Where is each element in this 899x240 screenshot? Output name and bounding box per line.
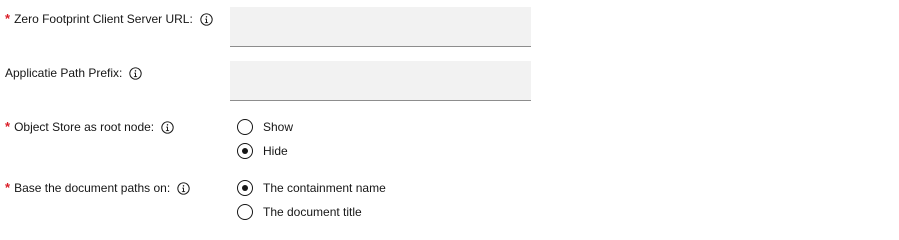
radio-label: Show: [263, 120, 294, 134]
document-paths-label-group: * Base the document paths on:: [5, 180, 190, 196]
path-prefix-input[interactable]: [230, 61, 531, 101]
object-store-label: Object Store as root node:: [14, 120, 155, 134]
required-marker: *: [5, 11, 11, 26]
radio-circle[interactable]: [237, 143, 253, 159]
radio-hide[interactable]: Hide: [237, 141, 288, 161]
radio-show[interactable]: Show: [237, 117, 293, 137]
client-url-input[interactable]: [230, 7, 531, 47]
settings-form: * Zero Footprint Client Server URL: Appl…: [0, 0, 899, 230]
required-marker: *: [5, 119, 11, 134]
path-prefix-label-group: Applicatie Path Prefix:: [5, 65, 143, 81]
radio-label: The containment name: [263, 181, 386, 195]
info-icon[interactable]: [177, 181, 190, 195]
document-paths-label: Base the document paths on:: [14, 181, 171, 195]
radio-document-title[interactable]: The document title: [237, 202, 362, 222]
path-prefix-label: Applicatie Path Prefix:: [5, 66, 123, 80]
radio-circle[interactable]: [237, 119, 253, 135]
radio-circle[interactable]: [237, 204, 253, 220]
object-store-label-group: * Object Store as root node:: [5, 119, 174, 135]
client-url-label-group: * Zero Footprint Client Server URL:: [5, 11, 213, 27]
info-icon[interactable]: [129, 66, 143, 80]
radio-circle[interactable]: [237, 180, 253, 196]
info-icon[interactable]: [200, 12, 213, 26]
radio-label: Hide: [263, 144, 288, 158]
info-icon[interactable]: [161, 120, 174, 134]
radio-containment-name[interactable]: The containment name: [237, 178, 386, 198]
required-marker: *: [5, 180, 11, 195]
radio-label: The document title: [263, 205, 362, 219]
client-url-label: Zero Footprint Client Server URL:: [14, 12, 193, 26]
